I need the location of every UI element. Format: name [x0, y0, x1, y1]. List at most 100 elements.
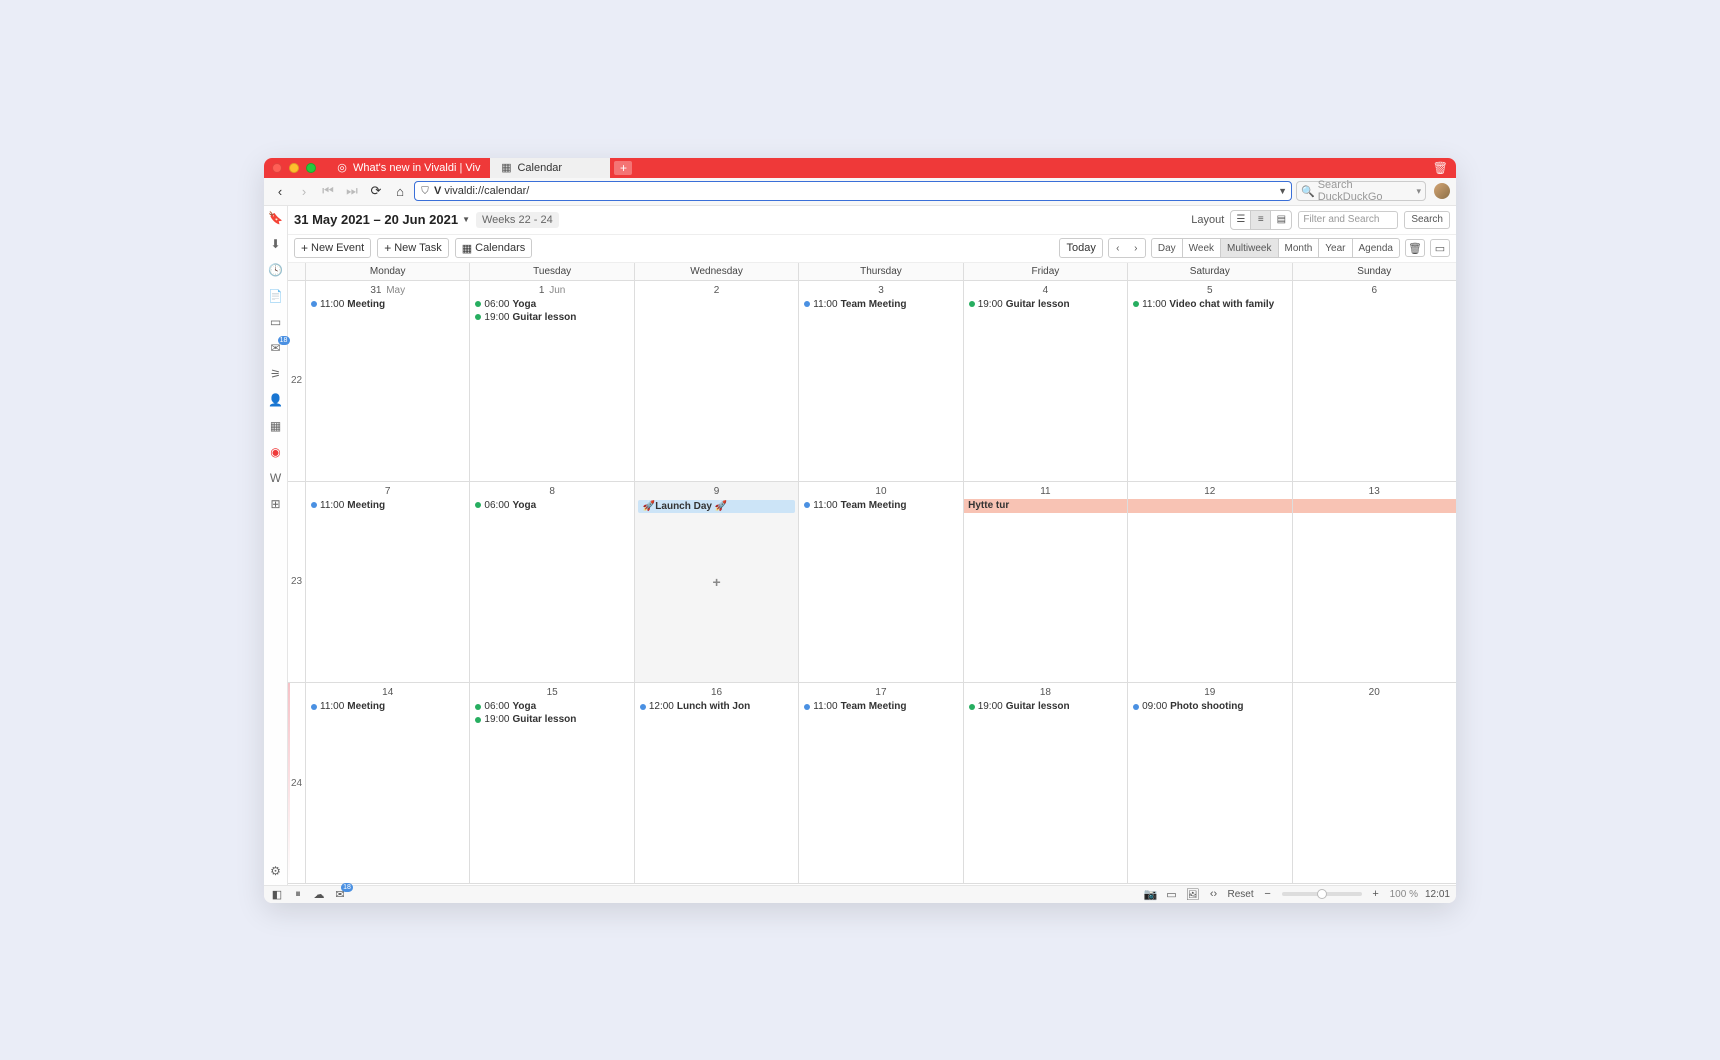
zoom-out-button[interactable]: − — [1261, 887, 1275, 901]
calendar-event[interactable]: 06:00 Yoga — [470, 298, 633, 311]
day-cell[interactable]: 20 — [1293, 683, 1456, 884]
vivaldi-panel-icon[interactable]: ◉ — [268, 444, 284, 460]
calendar-event[interactable]: 09:00 Photo shooting — [1128, 700, 1291, 713]
next-period-button[interactable]: › — [1127, 239, 1145, 257]
mail-status-icon[interactable]: ✉18 — [333, 887, 347, 901]
view-year-button[interactable]: Year — [1319, 239, 1352, 257]
zoom-slider[interactable] — [1282, 892, 1362, 896]
add-event-button[interactable]: + — [712, 574, 720, 590]
day-cell[interactable]: 711:00 Meeting — [306, 482, 470, 683]
bookmarks-panel-icon[interactable]: 🔖 — [268, 210, 284, 226]
layout-compact-button[interactable]: ▤ — [1271, 211, 1291, 229]
fullscreen-button[interactable]: ▭ — [1430, 239, 1450, 257]
calendar-event[interactable]: 06:00 Yoga — [470, 700, 633, 713]
date-range-selector[interactable]: 31 May 2021 – 20 Jun 2021 ▼ — [294, 212, 470, 227]
calendar-event[interactable]: 19:00 Guitar lesson — [470, 311, 633, 324]
back-button[interactable]: ‹ — [270, 181, 290, 201]
calendar-event[interactable]: 11:00 Meeting — [306, 700, 469, 713]
calendar-event[interactable]: 11:00 Team Meeting — [799, 298, 962, 311]
history-panel-icon[interactable]: 🕓 — [268, 262, 284, 278]
day-cell[interactable]: 1909:00 Photo shooting — [1128, 683, 1292, 884]
closed-tabs-button[interactable]: 🗑 — [1433, 161, 1448, 175]
new-event-button[interactable]: +New Event — [294, 238, 371, 258]
delete-button[interactable]: 🗑 — [1405, 239, 1425, 257]
calendar-event[interactable]: 12:00 Lunch with Jon — [635, 700, 798, 713]
window-panel-icon[interactable]: ▭ — [268, 314, 284, 330]
page-actions-icon[interactable]: ‹› — [1206, 887, 1220, 901]
maximize-window-button[interactable] — [306, 163, 316, 173]
calendar-panel-icon[interactable]: ▦ — [268, 418, 284, 434]
day-cell[interactable]: 1011:00 Team Meeting — [799, 482, 963, 683]
images-icon[interactable]: 🖼 — [1185, 887, 1199, 901]
mail-panel-icon[interactable]: ✉18 — [268, 340, 284, 356]
calendar-event[interactable]: 19:00 Guitar lesson — [964, 298, 1127, 311]
rewind-button[interactable]: ⏮ — [318, 181, 338, 201]
forward-button[interactable]: › — [294, 181, 314, 201]
zoom-reset-button[interactable]: Reset — [1227, 889, 1253, 900]
view-agenda-button[interactable]: Agenda — [1353, 239, 1399, 257]
calendar-event[interactable]: 11:00 Meeting — [306, 298, 469, 311]
search-field[interactable]: 🔍 Search DuckDuckGo ▾ — [1296, 181, 1426, 201]
allday-event[interactable]: 🚀Launch Day 🚀 — [638, 500, 795, 513]
calendar-event[interactable]: 11:00 Team Meeting — [799, 499, 962, 512]
downloads-panel-icon[interactable]: ⬇ — [268, 236, 284, 252]
site-info-icon[interactable]: V — [434, 185, 441, 197]
break-mode-icon[interactable]: ⏸ — [291, 887, 305, 901]
view-day-button[interactable]: Day — [1152, 239, 1183, 257]
add-panel-icon[interactable]: ⊞ — [268, 496, 284, 512]
day-cell[interactable]: 12 — [1128, 482, 1292, 683]
filter-input[interactable]: Filter and Search — [1298, 211, 1398, 229]
clock[interactable]: 12:01 — [1425, 889, 1450, 900]
calendar-event[interactable]: 19:00 Guitar lesson — [964, 700, 1127, 713]
minimize-window-button[interactable] — [289, 163, 299, 173]
day-cell[interactable]: 13 — [1293, 482, 1456, 683]
tab-whatsnew[interactable]: ◎ What's new in Vivaldi | Viv — [326, 158, 490, 178]
day-cell[interactable]: 1506:00 Yoga19:00 Guitar lesson — [470, 683, 634, 884]
layout-full-button[interactable]: ≡ — [1251, 211, 1271, 229]
view-multiweek-button[interactable]: Multiweek — [1221, 239, 1278, 257]
day-cell[interactable]: 806:00 Yoga — [470, 482, 634, 683]
profile-avatar[interactable] — [1434, 183, 1450, 199]
feeds-panel-icon[interactable]: ⚞ — [268, 366, 284, 382]
day-cell[interactable]: 1 Jun06:00 Yoga19:00 Guitar lesson — [470, 281, 634, 482]
home-button[interactable]: ⌂ — [390, 181, 410, 201]
zoom-in-button[interactable]: + — [1369, 887, 1383, 901]
contacts-panel-icon[interactable]: 👤 — [268, 392, 284, 408]
fastforward-button[interactable]: ⏭ — [342, 181, 362, 201]
shield-icon[interactable]: ⛉ — [419, 186, 431, 197]
day-cell[interactable]: 1711:00 Team Meeting — [799, 683, 963, 884]
address-dropdown-icon[interactable]: ▼ — [1278, 186, 1287, 196]
calendar-event[interactable]: 19:00 Guitar lesson — [470, 713, 633, 726]
day-cell[interactable]: 511:00 Video chat with family — [1128, 281, 1292, 482]
today-button[interactable]: Today — [1059, 238, 1102, 258]
day-cell[interactable]: 311:00 Team Meeting — [799, 281, 963, 482]
calendar-search-button[interactable]: Search — [1404, 211, 1450, 229]
new-task-button[interactable]: +New Task — [377, 238, 449, 258]
day-cell[interactable]: 419:00 Guitar lesson — [964, 281, 1128, 482]
view-month-button[interactable]: Month — [1279, 239, 1320, 257]
new-tab-button[interactable]: + — [614, 161, 632, 175]
prev-period-button[interactable]: ‹ — [1109, 239, 1127, 257]
notes-panel-icon[interactable]: 📄 — [268, 288, 284, 304]
day-cell[interactable]: 31 May11:00 Meeting — [306, 281, 470, 482]
tiling-icon[interactable]: ▭ — [1164, 887, 1178, 901]
calendar-event[interactable]: 11:00 Team Meeting — [799, 700, 962, 713]
url-input[interactable] — [444, 185, 1275, 197]
sync-icon[interactable]: ☁ — [312, 887, 326, 901]
calendar-event[interactable]: 06:00 Yoga — [470, 499, 633, 512]
calendar-event[interactable]: 11:00 Meeting — [306, 499, 469, 512]
layout-minimal-button[interactable]: ☰ — [1231, 211, 1251, 229]
day-cell[interactable]: 9🚀Launch Day 🚀+ — [635, 482, 799, 683]
calendar-event[interactable]: 11:00 Video chat with family — [1128, 298, 1291, 311]
calendars-button[interactable]: ▦Calendars — [455, 238, 533, 258]
close-window-button[interactable] — [272, 163, 282, 173]
day-cell[interactable]: 2 — [635, 281, 799, 482]
address-field[interactable]: ⛉ V ▼ — [414, 181, 1292, 201]
day-cell[interactable]: 1612:00 Lunch with Jon — [635, 683, 799, 884]
tab-calendar[interactable]: ▦ Calendar — [490, 158, 610, 178]
panel-toggle-icon[interactable]: ◧ — [270, 887, 284, 901]
day-cell[interactable]: 1411:00 Meeting — [306, 683, 470, 884]
day-cell[interactable]: 11 — [964, 482, 1128, 683]
day-cell[interactable]: 6 — [1293, 281, 1456, 482]
wikipedia-panel-icon[interactable]: W — [268, 470, 284, 486]
